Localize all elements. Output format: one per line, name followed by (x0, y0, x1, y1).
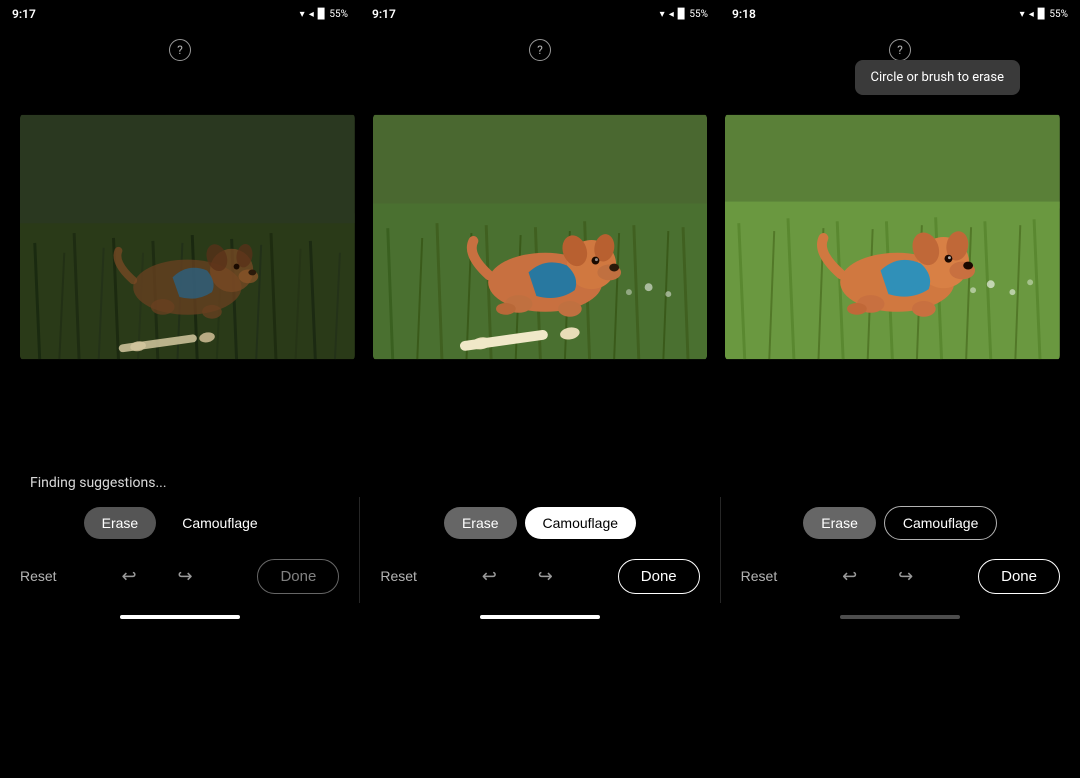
redo-icon-2: ↪ (538, 566, 553, 587)
photo-1 (20, 113, 355, 361)
indicator-bar-2 (480, 615, 600, 619)
tooltip-text: Circle or brush to erase (871, 70, 1005, 85)
photo-3 (725, 113, 1060, 361)
time-3: 9:18 (732, 7, 756, 21)
icons-2: ▾◂▉55% (660, 9, 708, 20)
redo-button-2[interactable]: ↪ (529, 560, 561, 592)
done-button-2[interactable]: Done (618, 559, 700, 594)
redo-icon-3: ↪ (898, 566, 913, 587)
help-question-3: ? (897, 43, 903, 57)
camouflage-button-2[interactable]: Camouflage (525, 507, 637, 539)
action-bars: Reset ↩ ↪ Done Reset ↩ ↪ Done Reset (0, 549, 1080, 603)
indicator-bar-3 (840, 615, 960, 619)
help-cell-3: ? Circle or brush to erase (720, 28, 1080, 72)
photo-panel-1 (20, 113, 355, 361)
help-row: ? ? ? Circle or brush to erase (0, 28, 1080, 72)
indicator-1 (0, 615, 360, 619)
help-question-1: ? (177, 43, 183, 57)
erase-button-2[interactable]: Erase (444, 507, 517, 539)
undo-redo-2: ↩ ↪ (473, 560, 561, 592)
photo-2 (373, 113, 708, 361)
done-button-1[interactable]: Done (257, 559, 339, 594)
icons-3: ▾◂▉55% (1020, 9, 1068, 20)
camouflage-button-3[interactable]: Camouflage (884, 506, 998, 540)
photo-panel-2[interactable] (373, 113, 708, 361)
undo-redo-1: ↩ ↪ (113, 560, 201, 592)
redo-button-1[interactable]: ↪ (169, 560, 201, 592)
redo-button-3[interactable]: ↪ (890, 560, 922, 592)
help-cell-2: ? (360, 28, 720, 72)
finding-suggestions-area: Finding suggestions... (0, 472, 1080, 497)
reset-button-1[interactable]: Reset (20, 568, 57, 584)
help-icon-2[interactable]: ? (529, 39, 551, 61)
erase-panel-3: Erase Camouflage (721, 497, 1080, 549)
tooltip-bubble: Circle or brush to erase (855, 60, 1021, 95)
undo-icon-2: ↩ (482, 566, 497, 587)
undo-button-2[interactable]: ↩ (473, 560, 505, 592)
time-2: 9:17 (372, 7, 396, 21)
erase-panels: Erase Camouflage Erase Camouflage Erase … (0, 497, 1080, 549)
erase-button-3[interactable]: Erase (803, 507, 876, 539)
status-bar-1: 9:17 ▾◂▉55% (0, 0, 360, 28)
help-icon-3[interactable]: ? (889, 39, 911, 61)
action-bar-2: Reset ↩ ↪ Done (360, 559, 719, 594)
help-cell-1: ? (0, 28, 360, 72)
help-question-2: ? (537, 43, 543, 57)
undo-redo-3: ↩ ↪ (834, 560, 922, 592)
bottom-indicators (0, 603, 1080, 623)
redo-icon-1: ↪ (177, 566, 192, 587)
done-button-3[interactable]: Done (978, 559, 1060, 594)
erase-button-1[interactable]: Erase (84, 507, 157, 539)
undo-icon-3: ↩ (842, 566, 857, 587)
action-bar-1: Reset ↩ ↪ Done (0, 559, 359, 594)
action-bar-3: Reset ↩ ↪ Done (721, 559, 1080, 594)
undo-button-3[interactable]: ↩ (834, 560, 866, 592)
undo-button-1[interactable]: ↩ (113, 560, 145, 592)
reset-button-3[interactable]: Reset (741, 568, 778, 584)
status-bar-2: 9:17 ▾◂▉55% (360, 0, 720, 28)
indicator-bar-1 (120, 615, 240, 619)
reset-button-2[interactable]: Reset (380, 568, 417, 584)
status-bar-3: 9:18 ▾◂▉55% (720, 0, 1080, 28)
camouflage-button-1[interactable]: Camouflage (164, 507, 276, 539)
erase-panel-2: Erase Camouflage (360, 497, 719, 549)
undo-icon-1: ↩ (121, 566, 136, 587)
middle-spacer (0, 392, 1080, 472)
time-1: 9:17 (12, 7, 36, 21)
help-icon-1[interactable]: ? (169, 39, 191, 61)
photo-panel-3[interactable] (725, 113, 1060, 361)
indicator-3 (720, 615, 1080, 619)
status-bars: 9:17 ▾◂▉55% 9:17 ▾◂▉55% 9:18 ▾◂▉55% (0, 0, 1080, 28)
images-section (0, 82, 1080, 392)
erase-panel-1: Erase Camouflage (0, 497, 359, 549)
finding-suggestions-label: Finding suggestions... (30, 475, 167, 491)
indicator-2 (360, 615, 720, 619)
icons-1: ▾◂▉55% (300, 9, 348, 20)
